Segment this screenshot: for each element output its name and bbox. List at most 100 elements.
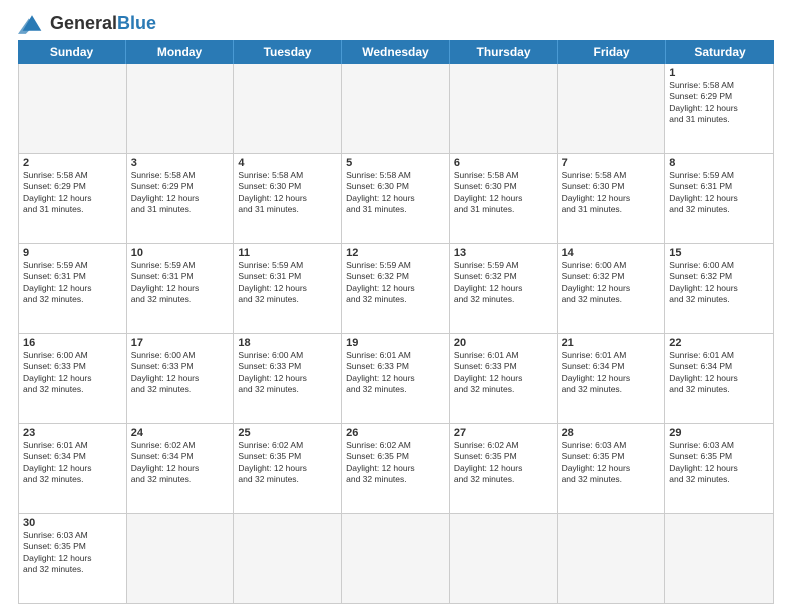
calendar-cell: 6Sunrise: 5:58 AM Sunset: 6:30 PM Daylig… [450, 154, 558, 243]
calendar-cell: 19Sunrise: 6:01 AM Sunset: 6:33 PM Dayli… [342, 334, 450, 423]
day-number: 1 [669, 67, 769, 79]
day-number: 6 [454, 157, 553, 169]
cell-info: Sunrise: 6:00 AM Sunset: 6:32 PM Dayligh… [669, 260, 769, 306]
cell-info: Sunrise: 5:59 AM Sunset: 6:31 PM Dayligh… [669, 170, 769, 216]
calendar-header: SundayMondayTuesdayWednesdayThursdayFrid… [18, 40, 774, 64]
cell-info: Sunrise: 5:59 AM Sunset: 6:32 PM Dayligh… [346, 260, 445, 306]
calendar-cell [342, 514, 450, 603]
day-number: 19 [346, 337, 445, 349]
page-header: GeneralBlue [0, 0, 792, 40]
calendar-page: GeneralBlue SundayMondayTuesdayWednesday… [0, 0, 792, 612]
day-number: 3 [131, 157, 230, 169]
cell-info: Sunrise: 6:02 AM Sunset: 6:35 PM Dayligh… [454, 440, 553, 486]
day-number: 5 [346, 157, 445, 169]
cell-info: Sunrise: 6:03 AM Sunset: 6:35 PM Dayligh… [669, 440, 769, 486]
calendar-cell: 2Sunrise: 5:58 AM Sunset: 6:29 PM Daylig… [19, 154, 127, 243]
calendar-cell: 5Sunrise: 5:58 AM Sunset: 6:30 PM Daylig… [342, 154, 450, 243]
logo: GeneralBlue [18, 12, 156, 34]
cell-info: Sunrise: 5:59 AM Sunset: 6:32 PM Dayligh… [454, 260, 553, 306]
calendar-row-4: 23Sunrise: 6:01 AM Sunset: 6:34 PM Dayli… [19, 424, 773, 514]
cell-info: Sunrise: 6:03 AM Sunset: 6:35 PM Dayligh… [562, 440, 661, 486]
calendar-cell: 25Sunrise: 6:02 AM Sunset: 6:35 PM Dayli… [234, 424, 342, 513]
calendar-cell [234, 64, 342, 153]
calendar-cell: 24Sunrise: 6:02 AM Sunset: 6:34 PM Dayli… [127, 424, 235, 513]
calendar-cell [127, 514, 235, 603]
cell-info: Sunrise: 6:01 AM Sunset: 6:34 PM Dayligh… [669, 350, 769, 396]
calendar-cell [234, 514, 342, 603]
cell-info: Sunrise: 6:03 AM Sunset: 6:35 PM Dayligh… [23, 530, 122, 576]
calendar-row-1: 2Sunrise: 5:58 AM Sunset: 6:29 PM Daylig… [19, 154, 773, 244]
day-of-week-monday: Monday [126, 40, 234, 64]
calendar-cell [450, 514, 558, 603]
calendar-cell: 7Sunrise: 5:58 AM Sunset: 6:30 PM Daylig… [558, 154, 666, 243]
logo-text: GeneralBlue [50, 13, 156, 34]
day-number: 29 [669, 427, 769, 439]
day-number: 21 [562, 337, 661, 349]
calendar-cell: 11Sunrise: 5:59 AM Sunset: 6:31 PM Dayli… [234, 244, 342, 333]
cell-info: Sunrise: 5:59 AM Sunset: 6:31 PM Dayligh… [23, 260, 122, 306]
calendar-cell: 14Sunrise: 6:00 AM Sunset: 6:32 PM Dayli… [558, 244, 666, 333]
calendar-cell: 28Sunrise: 6:03 AM Sunset: 6:35 PM Dayli… [558, 424, 666, 513]
cell-info: Sunrise: 6:00 AM Sunset: 6:33 PM Dayligh… [238, 350, 337, 396]
day-number: 27 [454, 427, 553, 439]
cell-info: Sunrise: 5:59 AM Sunset: 6:31 PM Dayligh… [238, 260, 337, 306]
day-number: 22 [669, 337, 769, 349]
calendar-cell: 21Sunrise: 6:01 AM Sunset: 6:34 PM Dayli… [558, 334, 666, 423]
calendar-cell [665, 514, 773, 603]
calendar-cell [558, 64, 666, 153]
cell-info: Sunrise: 5:58 AM Sunset: 6:29 PM Dayligh… [23, 170, 122, 216]
calendar-cell [19, 64, 127, 153]
calendar-row-5: 30Sunrise: 6:03 AM Sunset: 6:35 PM Dayli… [19, 514, 773, 603]
calendar-row-0: 1Sunrise: 5:58 AM Sunset: 6:29 PM Daylig… [19, 64, 773, 154]
calendar-cell: 26Sunrise: 6:02 AM Sunset: 6:35 PM Dayli… [342, 424, 450, 513]
cell-info: Sunrise: 6:01 AM Sunset: 6:33 PM Dayligh… [454, 350, 553, 396]
calendar-cell: 20Sunrise: 6:01 AM Sunset: 6:33 PM Dayli… [450, 334, 558, 423]
calendar-row-2: 9Sunrise: 5:59 AM Sunset: 6:31 PM Daylig… [19, 244, 773, 334]
cell-info: Sunrise: 6:02 AM Sunset: 6:34 PM Dayligh… [131, 440, 230, 486]
day-number: 23 [23, 427, 122, 439]
calendar-cell: 1Sunrise: 5:58 AM Sunset: 6:29 PM Daylig… [665, 64, 773, 153]
cell-info: Sunrise: 6:02 AM Sunset: 6:35 PM Dayligh… [346, 440, 445, 486]
calendar-cell: 15Sunrise: 6:00 AM Sunset: 6:32 PM Dayli… [665, 244, 773, 333]
calendar-cell: 29Sunrise: 6:03 AM Sunset: 6:35 PM Dayli… [665, 424, 773, 513]
day-number: 7 [562, 157, 661, 169]
day-number: 18 [238, 337, 337, 349]
day-of-week-sunday: Sunday [18, 40, 126, 64]
day-of-week-saturday: Saturday [666, 40, 774, 64]
day-number: 12 [346, 247, 445, 259]
calendar-body: 1Sunrise: 5:58 AM Sunset: 6:29 PM Daylig… [18, 64, 774, 604]
day-number: 24 [131, 427, 230, 439]
calendar-cell [127, 64, 235, 153]
cell-info: Sunrise: 6:02 AM Sunset: 6:35 PM Dayligh… [238, 440, 337, 486]
day-number: 4 [238, 157, 337, 169]
cell-info: Sunrise: 6:01 AM Sunset: 6:34 PM Dayligh… [562, 350, 661, 396]
day-number: 15 [669, 247, 769, 259]
calendar-cell: 27Sunrise: 6:02 AM Sunset: 6:35 PM Dayli… [450, 424, 558, 513]
cell-info: Sunrise: 5:58 AM Sunset: 6:30 PM Dayligh… [454, 170, 553, 216]
calendar-cell: 22Sunrise: 6:01 AM Sunset: 6:34 PM Dayli… [665, 334, 773, 423]
calendar-cell: 23Sunrise: 6:01 AM Sunset: 6:34 PM Dayli… [19, 424, 127, 513]
calendar-cell: 3Sunrise: 5:58 AM Sunset: 6:29 PM Daylig… [127, 154, 235, 243]
day-number: 10 [131, 247, 230, 259]
day-of-week-wednesday: Wednesday [342, 40, 450, 64]
calendar-cell [342, 64, 450, 153]
day-number: 2 [23, 157, 122, 169]
day-number: 8 [669, 157, 769, 169]
day-of-week-tuesday: Tuesday [234, 40, 342, 64]
calendar-cell: 18Sunrise: 6:00 AM Sunset: 6:33 PM Dayli… [234, 334, 342, 423]
day-number: 16 [23, 337, 122, 349]
day-number: 13 [454, 247, 553, 259]
calendar: SundayMondayTuesdayWednesdayThursdayFrid… [0, 40, 792, 612]
cell-info: Sunrise: 5:58 AM Sunset: 6:30 PM Dayligh… [238, 170, 337, 216]
day-number: 30 [23, 517, 122, 529]
calendar-cell [558, 514, 666, 603]
day-number: 25 [238, 427, 337, 439]
calendar-cell: 16Sunrise: 6:00 AM Sunset: 6:33 PM Dayli… [19, 334, 127, 423]
day-number: 20 [454, 337, 553, 349]
cell-info: Sunrise: 5:58 AM Sunset: 6:29 PM Dayligh… [669, 80, 769, 126]
cell-info: Sunrise: 6:00 AM Sunset: 6:33 PM Dayligh… [23, 350, 122, 396]
calendar-cell [450, 64, 558, 153]
logo-icon [18, 12, 46, 34]
calendar-cell: 8Sunrise: 5:59 AM Sunset: 6:31 PM Daylig… [665, 154, 773, 243]
calendar-cell: 12Sunrise: 5:59 AM Sunset: 6:32 PM Dayli… [342, 244, 450, 333]
